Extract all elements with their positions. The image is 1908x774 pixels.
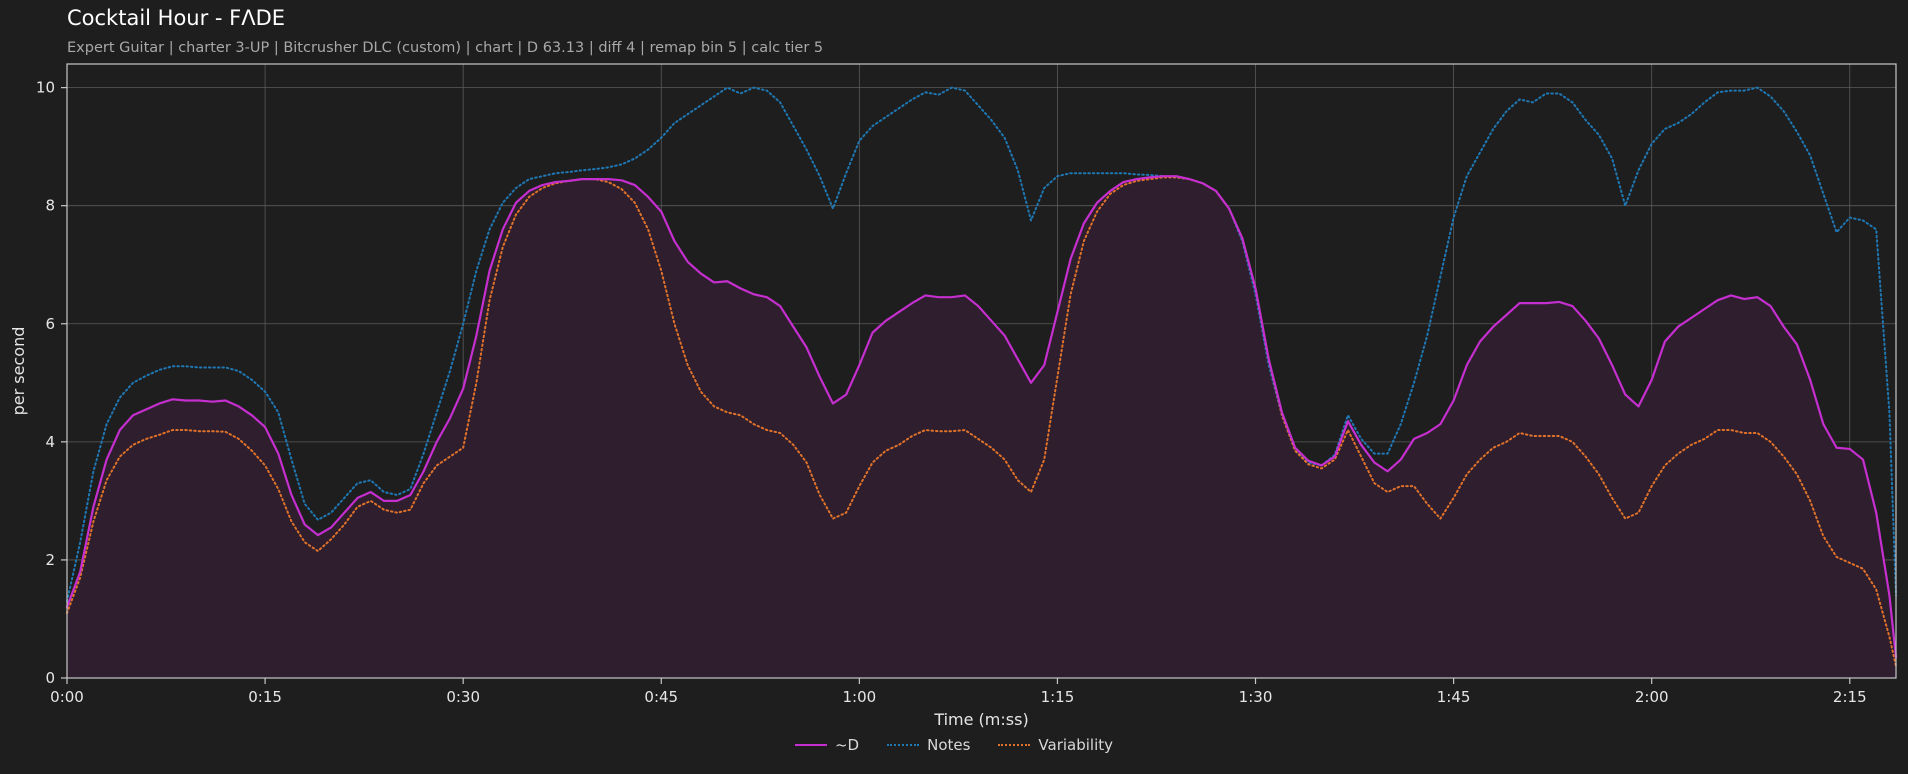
x-tick-label: 1:45 (1437, 688, 1471, 706)
y-tick-label: 4 (45, 433, 55, 451)
line-chart: 0:00 0:15 0:30 0:45 1:00 1:15 1:30 1:45 2:00 2:15… (9, 63, 1898, 729)
y-axis-label: per second (9, 327, 28, 416)
y-tick-label: 8 (45, 197, 55, 215)
legend-label: Variability (1038, 736, 1114, 754)
y-tick-label: 10 (36, 79, 55, 97)
legend-label: ~D (834, 736, 860, 754)
legend-swatch (998, 744, 1031, 746)
y-tick-label: 0 (45, 669, 55, 687)
x-tick-label: 1:00 (843, 688, 877, 706)
chart-legend: ~D Notes Variability (0, 736, 1908, 754)
legend-item: Variability (998, 736, 1113, 754)
x-tick-label: 0:45 (644, 688, 678, 706)
y-tick-label: 6 (45, 315, 55, 333)
x-tick-label: 0:00 (50, 688, 84, 706)
legend-swatch (887, 744, 920, 746)
x-tick-label: 2:00 (1635, 688, 1669, 706)
x-tick-label: 1:30 (1239, 688, 1273, 706)
legend-item: ~D (794, 736, 860, 754)
legend-label: Notes (927, 736, 971, 754)
d-area-fill (67, 176, 1896, 678)
legend-item: Notes (887, 736, 970, 754)
d-fill-area (67, 176, 1896, 678)
x-axis-label: Time (m:ss) (933, 710, 1028, 729)
x-tick-label: 2:15 (1833, 688, 1867, 706)
chart-figure: Cocktail Hour - FΛDE Expert Guitar | cha… (0, 0, 1908, 774)
x-tick-label: 0:15 (248, 688, 282, 706)
x-tick-label: 0:30 (446, 688, 480, 706)
y-tick-label: 2 (45, 551, 55, 569)
x-tick-label: 1:15 (1041, 688, 1075, 706)
legend-swatch (794, 744, 827, 746)
